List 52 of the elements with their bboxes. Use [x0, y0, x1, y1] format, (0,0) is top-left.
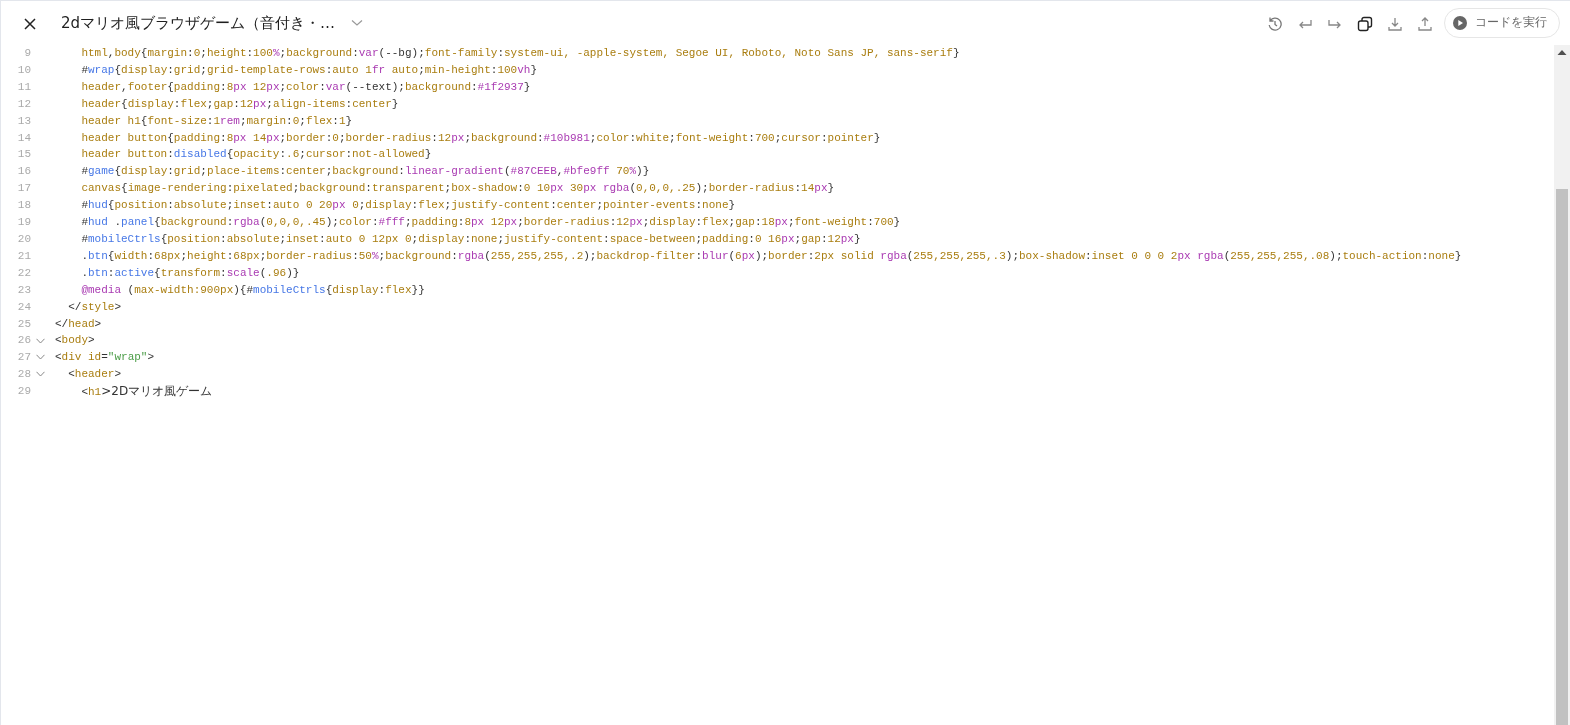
code-line: header,footer{padding:8px 12px;color:var(--text);background:#1f2937} — [80, 79, 531, 95]
code-line: canvas{image-rendering:pixelated;background:transparent;box-shadow:0 10px 30px rgba(0,0,0,.25);border-radius:14px} — [80, 181, 835, 197]
line-number: 12 — [16, 96, 31, 112]
scroll-thumb[interactable] — [1556, 189, 1568, 725]
line-number: 28 — [16, 367, 31, 383]
run-code-button[interactable]: コードを実行 — [1444, 8, 1560, 38]
code-line: header button{padding:8px 14px;border:0;border-radius:12px;background:#10b981;color:white;font-weight:700;cursor:pointer} — [80, 130, 881, 146]
line-number: 24 — [16, 299, 31, 315]
line-number: 17 — [16, 181, 31, 197]
line-number: 20 — [16, 231, 31, 247]
line-number: 16 — [16, 164, 31, 180]
document-title: 2dマリオ風ブラウザゲーム（音付き・… — [61, 12, 336, 34]
line-number: 14 — [16, 130, 31, 146]
fold-chevron-icon[interactable] — [36, 354, 45, 361]
line-number: 18 — [16, 198, 31, 214]
line-number: 11 — [16, 79, 31, 95]
code-line: #hud .panel{background:rgba(0,0,0,.45);color:#fff;padding:8px 12px;border-radius:12px;display:flex;gap:18px;font-weight:700} — [80, 215, 901, 231]
code-line: #hud{position:absolute;inset:auto 0 20px 0;display:flex;justify-content:center;pointer-events:none} — [80, 198, 736, 214]
line-number: 13 — [16, 113, 31, 129]
code-line: .btn{width:68px;height:68px;border-radius:50%;background:rgba(255,255,255,.2);backdrop-filter:blur(6px);border:2px solid rgba(255,255,255,.3);box-shadow:inset 0 0 0 2px rgba(255,255,255,.08);touch-action:none} — [80, 248, 1462, 264]
line-number: 21 — [16, 248, 31, 264]
line-number: 23 — [16, 282, 31, 298]
code-line: #mobileCtrls{position:absolute;inset:auto 0 12px 0;display:none;justify-content:space-between;padding:0 16px;gap:12px} — [80, 231, 861, 247]
code-line: #game{display:grid;place-items:center;background:linear-gradient(#87CEEB,#bfe9ff 70%)} — [80, 164, 650, 180]
code-line: header{display:flex;gap:12px;align-items:center} — [80, 96, 399, 112]
close-icon — [24, 17, 36, 30]
line-number: 29 — [16, 384, 31, 400]
code-line: <h1>2Dマリオ風ゲーム — [80, 383, 213, 401]
code-line: html,body{margin:0;height:100%;background:var(--bg);font-family:system-ui, -apple-system, Segoe UI, Roboto, Noto Sans JP, sans-serif} — [80, 46, 960, 61]
code-line: header button:disabled{opacity:.6;cursor:not-allowed} — [80, 147, 432, 163]
code-line: @media (max-width:900px){#mobileCtrls{display:flex}} — [80, 282, 425, 298]
code-line: header h1{font-size:1rem;margin:0;flex:1} — [80, 113, 353, 129]
code-line: .btn:active{transform:scale(.96)} — [80, 265, 300, 281]
line-number: 10 — [16, 62, 31, 78]
line-number: 25 — [16, 316, 31, 332]
line-number: 9 — [23, 46, 31, 61]
fold-chevron-icon[interactable] — [36, 337, 45, 344]
line-number: 22 — [16, 265, 31, 281]
code-line: <header> — [67, 367, 122, 383]
code-line: <body> — [55, 333, 95, 349]
scrollbar[interactable] — [1554, 45, 1570, 725]
line-number: 19 — [16, 215, 31, 231]
code-line: #wrap{display:grid;grid-template-rows:auto 1fr auto;min-height:100vh} — [80, 62, 537, 78]
fold-chevron-icon[interactable] — [36, 371, 45, 378]
code-line: </style> — [67, 299, 122, 315]
chevron-down-icon[interactable] — [351, 19, 364, 27]
line-number: 26 — [16, 333, 31, 349]
line-number: 27 — [16, 350, 31, 366]
play-icon — [1453, 16, 1467, 30]
line-number: 15 — [16, 147, 31, 163]
code-line: <div id="wrap"> — [55, 350, 155, 366]
code-line: </head> — [55, 316, 102, 332]
